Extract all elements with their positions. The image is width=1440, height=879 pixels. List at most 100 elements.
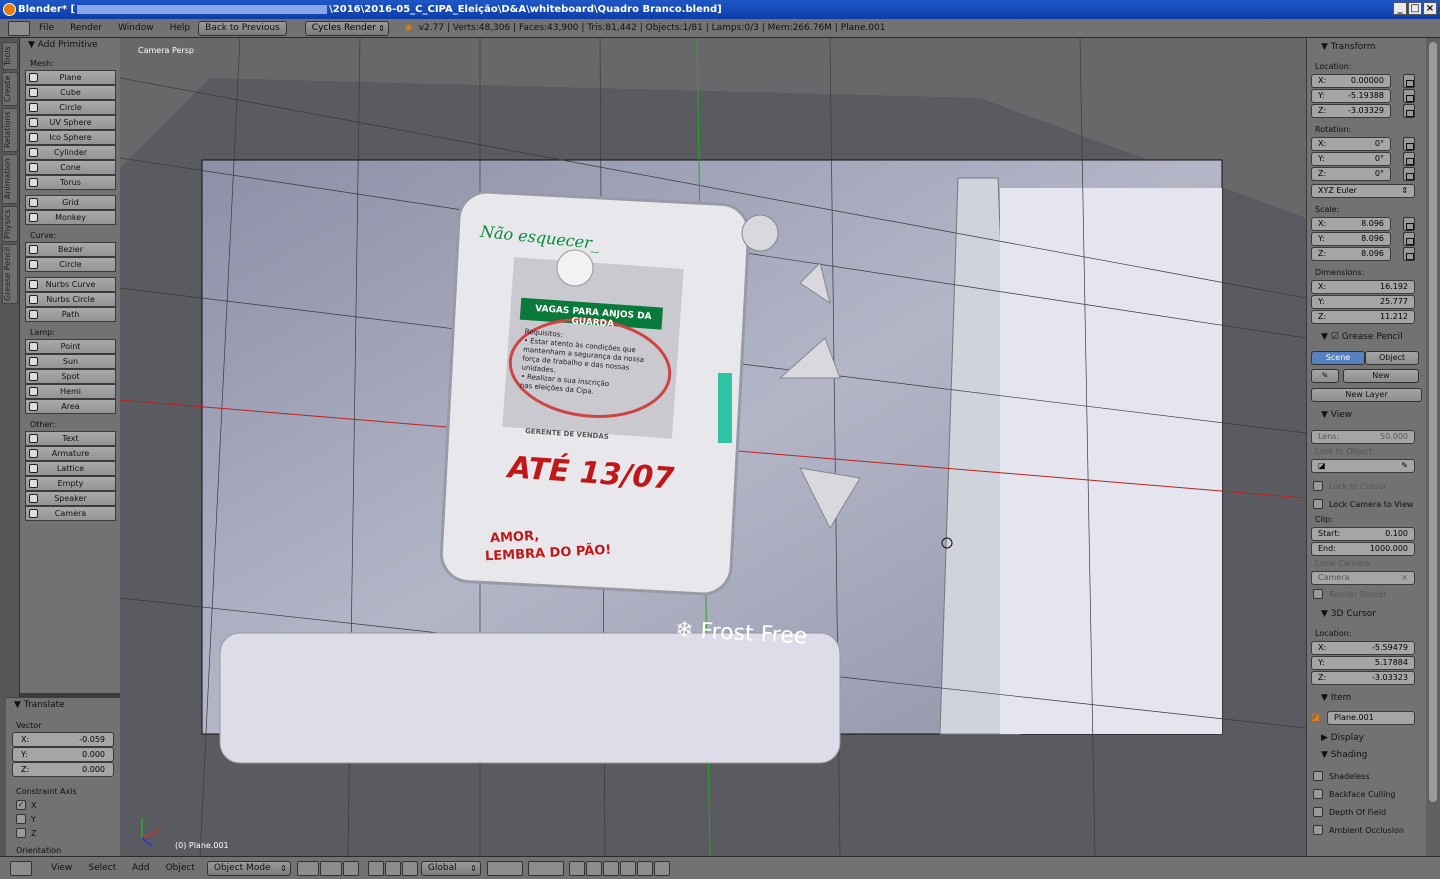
- add-nurbs-curve-button[interactable]: Nurbs Curve: [25, 277, 116, 292]
- add-armature-button[interactable]: Armature: [25, 446, 116, 461]
- rotation-z-field[interactable]: Z: 0°: [1311, 166, 1391, 181]
- add-ico-sphere-button[interactable]: Ico Sphere: [25, 130, 116, 145]
- vector-x-field[interactable]: X: -0.059: [12, 732, 114, 747]
- menu-window[interactable]: Window: [110, 23, 162, 33]
- ambient-occlusion-checkbox[interactable]: Ambient Occlusion: [1307, 821, 1426, 839]
- clip-start-field[interactable]: Start: 0.100: [1311, 526, 1415, 541]
- location-z-field[interactable]: Z: -3.03329: [1311, 103, 1391, 118]
- item-name-field[interactable]: Plane.001: [1327, 710, 1415, 725]
- rotation-x-field[interactable]: X: 0°: [1311, 136, 1391, 151]
- backface-culling-checkbox[interactable]: Backface Culling: [1307, 785, 1426, 803]
- gp-new-button[interactable]: New: [1343, 369, 1419, 383]
- gp-pencil-icon[interactable]: ✎: [1311, 369, 1339, 383]
- lock-icon[interactable]: [1403, 231, 1415, 246]
- cursor-x-field[interactable]: X: -5.59479: [1311, 640, 1415, 655]
- editor-type-icon[interactable]: [10, 860, 32, 876]
- shading-mode-icon[interactable]: [296, 860, 319, 876]
- add-torus-button[interactable]: Torus: [25, 175, 116, 190]
- tab-animation[interactable]: Animation: [2, 154, 18, 204]
- constraint-y-checkbox[interactable]: Y: [6, 812, 120, 826]
- grease-pencil-header[interactable]: ▼ ☑ Grease Pencil: [1307, 330, 1426, 345]
- add-bezier-button[interactable]: Bezier: [25, 242, 116, 257]
- scale-x-field[interactable]: X: 8.096: [1311, 216, 1391, 231]
- clip-end-field[interactable]: End: 1000.000: [1311, 541, 1415, 556]
- dimensions-y-field[interactable]: Y: 25.777: [1311, 294, 1415, 309]
- shading-header[interactable]: ▼ Shading: [1307, 748, 1426, 763]
- translate-icon[interactable]: [367, 860, 384, 876]
- lens-field[interactable]: Lens: 50.000: [1311, 429, 1415, 444]
- dimensions-z-field[interactable]: Z: 11.212: [1311, 309, 1415, 324]
- pivot-icon[interactable]: [319, 860, 342, 876]
- rotation-y-field[interactable]: Y: 0°: [1311, 151, 1391, 166]
- scale-icon[interactable]: [401, 860, 418, 876]
- render-border-checkbox[interactable]: Render Border: [1307, 585, 1426, 603]
- lock-icon[interactable]: [1403, 246, 1415, 261]
- properties-scrollbar[interactable]: [1426, 38, 1440, 856]
- add-uv-sphere-button[interactable]: UV Sphere: [25, 115, 116, 130]
- gp-scene-tab[interactable]: Scene: [1311, 351, 1365, 365]
- tab-physics[interactable]: Physics: [2, 206, 18, 242]
- local-camera-field[interactable]: Camera ×: [1311, 570, 1415, 585]
- view-header[interactable]: ▼ View: [1307, 408, 1426, 423]
- 3d-viewport[interactable]: Camera Persp Não esquecer_ VAGAS PARA AN…: [120, 38, 1306, 856]
- menu-render[interactable]: Render: [62, 23, 110, 33]
- mode-select[interactable]: Object Mode: [206, 860, 291, 876]
- shadeless-checkbox[interactable]: Shadeless: [1307, 767, 1426, 785]
- snap-target-icon[interactable]: [619, 860, 636, 876]
- add-monkey-button[interactable]: Monkey: [25, 210, 116, 225]
- add-path-button[interactable]: Path: [25, 307, 116, 322]
- orientation-select[interactable]: Global: [420, 860, 481, 876]
- opengl-anim-icon[interactable]: [653, 860, 670, 876]
- add-circle-button[interactable]: Circle: [25, 100, 116, 115]
- menu-file[interactable]: File: [31, 23, 62, 33]
- menu-select[interactable]: Select: [80, 863, 124, 873]
- manipulator-icon[interactable]: [342, 860, 359, 876]
- scale-z-field[interactable]: Z: 8.096: [1311, 246, 1391, 261]
- cursor-z-field[interactable]: Z: -3.03323: [1311, 670, 1415, 685]
- vector-y-field[interactable]: Y: 0.000: [12, 747, 114, 762]
- menu-view[interactable]: View: [43, 863, 80, 873]
- menu-add[interactable]: Add: [124, 863, 157, 873]
- 3d-cursor-header[interactable]: ▼ 3D Cursor: [1307, 607, 1426, 622]
- cursor-y-field[interactable]: Y: 5.17884: [1311, 655, 1415, 670]
- add-sun-button[interactable]: Sun: [25, 354, 116, 369]
- add-hemi-button[interactable]: Hemi: [25, 384, 116, 399]
- add-empty-button[interactable]: Empty: [25, 476, 116, 491]
- location-x-field[interactable]: X: 0.00000: [1311, 73, 1391, 88]
- close-button[interactable]: ×: [1423, 2, 1437, 15]
- translate-header[interactable]: ▼ Translate: [6, 698, 120, 713]
- add-camera-button[interactable]: Camera: [25, 506, 116, 521]
- add-cone-button[interactable]: Cone: [25, 160, 116, 175]
- add-circle-button[interactable]: Circle: [25, 257, 116, 272]
- maximize-button[interactable]: □: [1408, 2, 1422, 15]
- add-spot-button[interactable]: Spot: [25, 369, 116, 384]
- menu-help[interactable]: Help: [162, 23, 199, 33]
- snap-icon[interactable]: [602, 860, 619, 876]
- add-area-button[interactable]: Area: [25, 399, 116, 414]
- editor-type-icon[interactable]: [8, 20, 30, 36]
- depth-of-field-checkbox[interactable]: Depth Of Field: [1307, 803, 1426, 821]
- tab-create[interactable]: Create: [2, 72, 18, 106]
- back-to-previous-button[interactable]: Back to Previous: [198, 20, 287, 36]
- lock-camera-checkbox[interactable]: Lock Camera to View: [1307, 495, 1426, 513]
- rotation-mode-select[interactable]: XYZ Euler ⇕: [1311, 183, 1415, 198]
- lock-icon[interactable]: [1403, 73, 1415, 88]
- tab-relations[interactable]: Relations: [2, 108, 18, 152]
- dimensions-x-field[interactable]: X: 16.192: [1311, 279, 1415, 294]
- rotate-icon[interactable]: [384, 860, 401, 876]
- layers-2-icon[interactable]: [527, 860, 564, 876]
- add-primitive-header[interactable]: ▼ Add Primitive: [20, 38, 120, 53]
- scale-y-field[interactable]: Y: 8.096: [1311, 231, 1391, 246]
- transform-header[interactable]: ▼ Transform: [1307, 40, 1426, 55]
- lock-icon[interactable]: [1403, 166, 1415, 181]
- menu-object[interactable]: Object: [158, 863, 203, 873]
- lock-icon[interactable]: [1403, 151, 1415, 166]
- vector-z-field[interactable]: Z: 0.000: [12, 762, 114, 777]
- add-plane-button[interactable]: Plane: [25, 70, 116, 85]
- lock-layers-icon[interactable]: [568, 860, 585, 876]
- proportional-edit-icon[interactable]: [585, 860, 602, 876]
- display-header[interactable]: ▶ Display: [1307, 731, 1426, 746]
- add-text-button[interactable]: Text: [25, 431, 116, 446]
- constraint-z-checkbox[interactable]: Z: [6, 826, 120, 840]
- add-nurbs-circle-button[interactable]: Nurbs Circle: [25, 292, 116, 307]
